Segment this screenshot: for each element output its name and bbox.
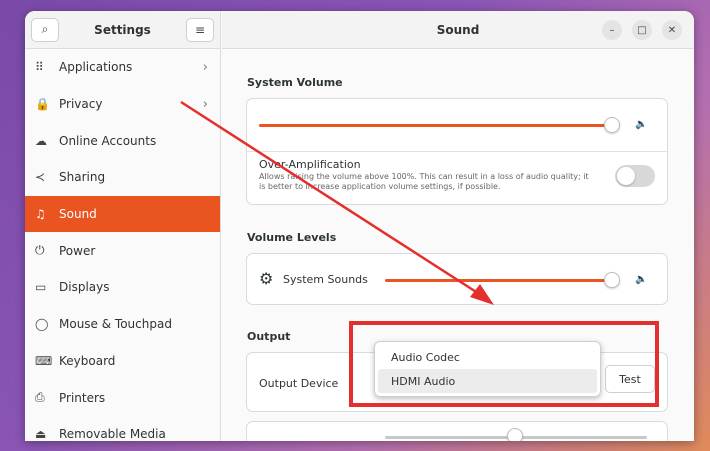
annotation-arrow (180, 100, 494, 305)
